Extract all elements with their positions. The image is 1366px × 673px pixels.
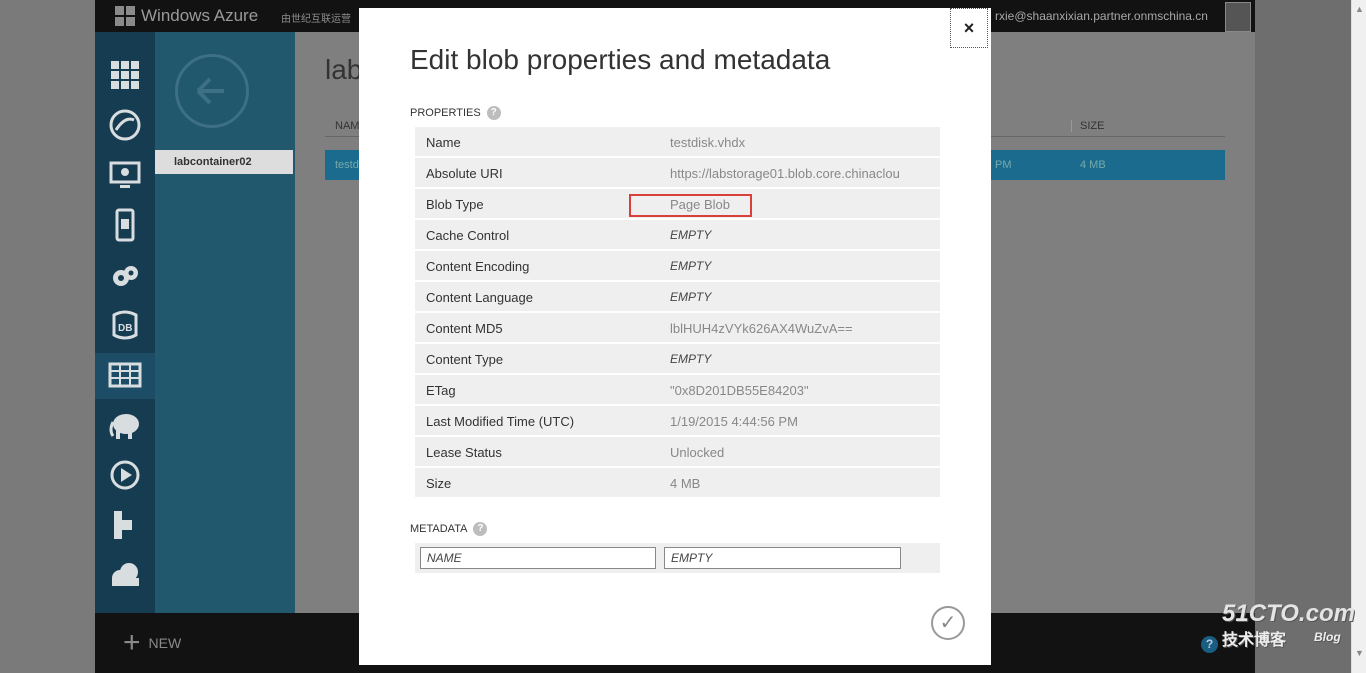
cloud-services-icon[interactable] <box>108 258 142 292</box>
property-value: https://labstorage01.blob.core.chinaclou <box>670 166 900 181</box>
close-button[interactable]: × <box>950 8 988 48</box>
property-key: Content Type <box>426 352 504 367</box>
user-account[interactable]: rxie@shaanxixian.partner.onmschina.cn <box>995 9 1208 23</box>
property-value: lblHUH4zVYk626AX4WuZvA== <box>670 321 853 336</box>
property-value: 1/19/2015 4:44:56 PM <box>670 414 798 429</box>
properties-heading-label: PROPERTIES <box>410 107 481 119</box>
edit-blob-dialog: × Edit blob properties and metadata PROP… <box>359 8 991 665</box>
avatar[interactable] <box>1225 2 1251 32</box>
row-modified: PM <box>995 159 1012 171</box>
property-row: ETag "0x8D201DB55E84203" <box>415 375 940 404</box>
property-key: Cache Control <box>426 228 510 243</box>
page-title: lab <box>325 54 363 85</box>
scroll-up-icon[interactable]: ▲ <box>1355 4 1364 14</box>
property-row: Lease Status Unlocked <box>415 437 940 466</box>
property-row: Size 4 MB <box>415 468 940 497</box>
property-value: EMPTY <box>670 352 712 366</box>
property-value: EMPTY <box>670 259 712 273</box>
new-label: NEW <box>148 635 182 651</box>
scrollbar[interactable]: ▲ ▼ <box>1351 0 1366 673</box>
hdinsight-icon[interactable] <box>108 408 142 442</box>
row-name: testd <box>335 159 359 171</box>
property-key: Last Modified Time (UTC) <box>426 414 575 429</box>
property-row: Last Modified Time (UTC) 1/19/2015 4:44:5… <box>415 406 940 435</box>
web-sites-icon[interactable] <box>108 108 142 142</box>
storage-icon[interactable] <box>108 358 142 392</box>
property-value: Unlocked <box>670 445 725 460</box>
property-row: Content MD5 lblHUH4zVYk626AX4WuZvA== <box>415 313 940 342</box>
help-icon[interactable]: ? <box>486 106 501 120</box>
metadata-value-input[interactable] <box>664 547 901 569</box>
new-button[interactable]: + NEW <box>123 626 182 659</box>
media-services-icon[interactable] <box>108 458 142 492</box>
metadata-heading: METADATA ? <box>410 522 488 536</box>
property-key: Content MD5 <box>426 321 503 336</box>
properties-heading: PROPERTIES ? <box>410 106 501 120</box>
partner-label: 由世纪互联运营 <box>281 14 351 25</box>
virtual-machines-icon[interactable] <box>108 158 142 192</box>
property-key: ETag <box>426 383 456 398</box>
properties-table: Name testdisk.vhdx Absolute URI https://lab… <box>415 127 940 499</box>
property-row: Content Language EMPTY <box>415 282 940 311</box>
watermark-blog: Blog <box>1314 630 1341 644</box>
property-key: Blob Type <box>426 197 484 212</box>
watermark: 51CTO.com 技术博客 Blog <box>1222 600 1355 650</box>
cache-icon[interactable] <box>108 558 142 592</box>
property-key: Content Language <box>426 290 533 305</box>
name-column-header[interactable]: NAM <box>335 120 359 132</box>
property-value: 4 MB <box>670 476 701 491</box>
ok-checkmark-button[interactable]: ✓ <box>931 606 965 640</box>
property-row: Name testdisk.vhdx <box>415 127 940 156</box>
property-key: Absolute URI <box>426 166 503 181</box>
svg-text:DB: DB <box>118 323 132 334</box>
property-key: Content Encoding <box>426 259 530 274</box>
metadata-name-input[interactable] <box>420 547 656 569</box>
blob-type-highlight <box>629 194 752 217</box>
azure-logo[interactable]: Windows Azure <box>115 6 258 26</box>
right-gutter <box>1255 0 1351 673</box>
product-name: Windows Azure <box>141 6 259 25</box>
property-row: Content Encoding EMPTY <box>415 251 940 280</box>
plus-icon: + <box>123 626 141 659</box>
help-icon[interactable]: ? <box>1201 636 1218 653</box>
container-item[interactable]: labcontainer02 <box>155 150 293 174</box>
size-column-header[interactable]: SIZE <box>1071 120 1104 132</box>
property-key: Lease Status <box>426 445 502 460</box>
service-bus-icon[interactable] <box>108 508 142 542</box>
help-icon[interactable]: ? <box>473 522 488 536</box>
property-row: Absolute URI https://labstorage01.blob.co… <box>415 158 940 187</box>
property-value: "0x8D201DB55E84203" <box>670 383 809 398</box>
property-value: EMPTY <box>670 290 712 304</box>
mobile-services-icon[interactable] <box>108 208 142 242</box>
property-row: Content Type EMPTY <box>415 344 940 373</box>
service-nav: DB <box>95 32 155 613</box>
sql-databases-icon[interactable]: DB <box>108 308 142 342</box>
metadata-heading-label: METADATA <box>410 523 468 535</box>
windows-logo-icon <box>115 6 135 26</box>
row-size: 4 MB <box>1080 159 1106 171</box>
property-value: testdisk.vhdx <box>670 135 746 150</box>
property-key: Size <box>426 476 452 491</box>
metadata-row <box>415 543 940 573</box>
watermark-site: 51CTO.com <box>1222 600 1355 627</box>
scroll-down-icon[interactable]: ▼ <box>1355 648 1364 658</box>
container-panel: labcontainer02 <box>155 32 295 613</box>
back-arrow-icon[interactable] <box>175 54 249 128</box>
property-key: Name <box>426 135 461 150</box>
all-items-icon[interactable] <box>108 58 142 92</box>
property-value: EMPTY <box>670 228 712 242</box>
dialog-title: Edit blob properties and metadata <box>410 44 831 75</box>
property-row: Cache Control EMPTY <box>415 220 940 249</box>
